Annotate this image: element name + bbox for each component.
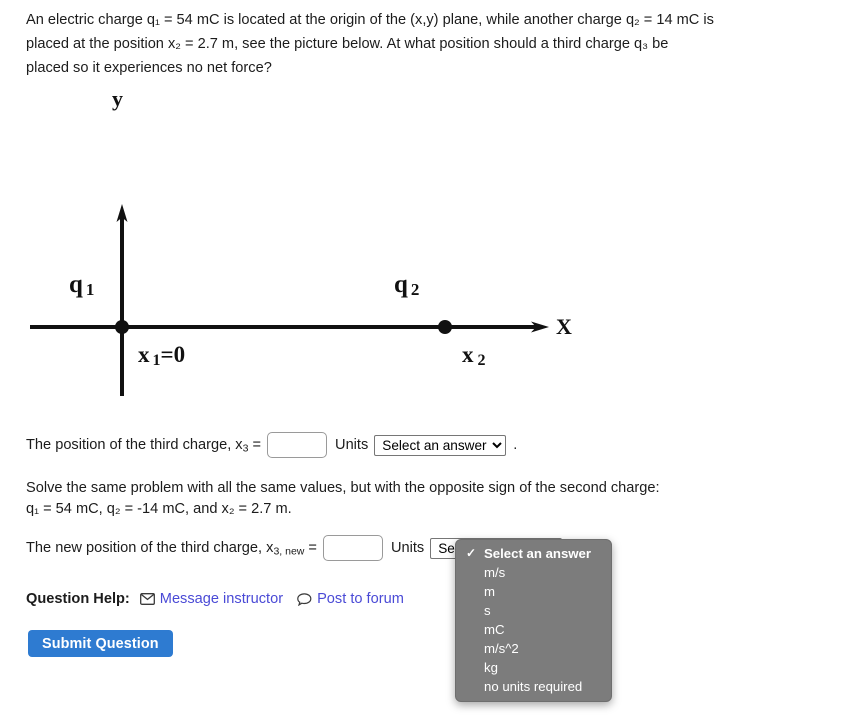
x1-position-label: x 1=0 [138, 342, 185, 370]
units-dropdown-option[interactable]: s [456, 601, 611, 620]
units-dropdown-option-label: m/s^2 [484, 641, 519, 656]
answer-input-x3-new[interactable] [322, 535, 383, 561]
problem-statement-line-1: An electric charge q₁ = 54 mC is located… [26, 12, 714, 28]
units-dropdown-option-label: no units required [484, 679, 583, 694]
message-instructor-label: Message instructor [159, 591, 284, 607]
units-select-x3[interactable]: Select an answerm/smsmCm/s^2kgno units r… [374, 434, 507, 456]
units-dropdown-option[interactable]: kg [456, 658, 611, 677]
units-dropdown-option-label: s [484, 603, 491, 618]
x2-label-text: x [462, 342, 474, 367]
x1-label-subscript: 1 [152, 352, 161, 369]
followup-paragraph-line-2: q₁ = 54 mC, q₂ = -14 mC, and x₂ = 2.7 m. [26, 501, 292, 517]
units-dropdown-popup[interactable]: ✓ Select an answer m/s m s mC m/s^2 kg no units … [455, 539, 612, 702]
charge-1-label-text: q [69, 271, 83, 298]
charge-2-label: q2 [394, 271, 419, 300]
units-dropdown-option-label: mC [484, 622, 505, 637]
units-dropdown-option[interactable]: ✓ Select an answer [456, 544, 611, 563]
problem-statement: An electric charge q₁ = 54 mC is located… [26, 8, 816, 80]
followup-paragraph: Solve the same problem with all the same… [26, 478, 816, 520]
charge-1-label: q1 [69, 271, 94, 300]
submit-question-button[interactable]: Submit Question [28, 630, 173, 657]
post-to-forum-label: Post to forum [317, 591, 404, 607]
answer-prompt-first-suffix: = [248, 437, 262, 453]
charge-diagram: y X q1 q2 x 1=0 x2 [0, 80, 620, 410]
answer-input-x3[interactable] [267, 432, 328, 458]
y-axis-label: y [112, 86, 123, 111]
charge-2-point [438, 320, 452, 334]
answer-prompt-second: The new position of the third charge, x3… [26, 540, 317, 558]
charge-1-point [115, 320, 129, 334]
units-dropdown-option[interactable]: mC [456, 620, 611, 639]
x1-label-equals: =0 [160, 342, 186, 367]
problem-statement-line-2: placed at the position x₂ = 2.7 m, see t… [26, 36, 669, 52]
post-to-forum-link[interactable]: Post to forum [297, 591, 404, 607]
units-label-first: Units [335, 437, 369, 453]
answer-row-first: The position of the third charge, x3 = U… [26, 432, 517, 458]
units-label-second: Units [390, 540, 425, 556]
question-help-label: Question Help: [26, 591, 130, 607]
x2-label-subscript: 2 [477, 352, 486, 369]
x-axis-label: X [556, 314, 572, 339]
units-dropdown-option-label: Select an answer [484, 546, 592, 561]
answer-prompt-second-suffix: = [304, 540, 317, 556]
envelope-icon [139, 593, 155, 605]
answer-prompt-first-prefix: The position of the third charge, x [26, 437, 243, 453]
followup-paragraph-line-1: Solve the same problem with all the same… [26, 480, 660, 496]
x1-label-text: x [138, 342, 150, 367]
problem-statement-line-3: placed so it experiences no net force? [26, 60, 272, 76]
units-dropdown-option[interactable]: m/s [456, 563, 611, 582]
charge-1-label-subscript: 1 [85, 280, 95, 299]
question-help: Question Help: Message instructor Post t… [26, 591, 418, 607]
answer-prompt-second-prefix: The new position of the third charge, x [26, 540, 274, 556]
x2-position-label: x2 [462, 342, 486, 370]
message-instructor-link[interactable]: Message instructor [139, 591, 284, 607]
chat-bubble-icon [297, 592, 312, 606]
units-dropdown-option[interactable]: no units required [456, 677, 611, 696]
charge-2-label-subscript: 2 [410, 280, 420, 299]
check-icon: ✓ [466, 546, 477, 560]
trailing-period-first: . [513, 437, 518, 453]
units-dropdown-option-label: m [484, 584, 495, 599]
units-dropdown-option-label: m/s [484, 565, 506, 580]
charge-2-label-text: q [394, 271, 408, 298]
answer-prompt-second-subscript: 3, new [273, 545, 305, 558]
units-dropdown-option[interactable]: m [456, 582, 611, 601]
answer-prompt-first: The position of the third charge, x3 = [26, 437, 262, 454]
units-dropdown-option-label: kg [484, 660, 498, 675]
units-dropdown-option[interactable]: m/s^2 [456, 639, 611, 658]
